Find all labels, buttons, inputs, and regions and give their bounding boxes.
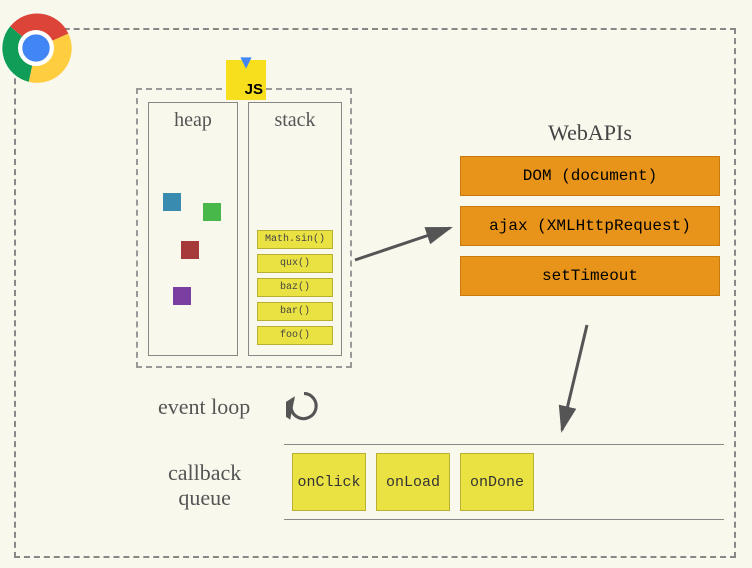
webapis-box: WebAPIs DOM (document) ajax (XMLHttpRequ… [460,120,720,306]
stack-box: stack Math.sin() qux() baz() bar() foo() [248,102,342,356]
webapi-settimeout: setTimeout [460,256,720,296]
webapis-title: WebAPIs [460,120,720,146]
v8-logo-icon [239,56,253,70]
heap-object [163,193,181,211]
callback-item: onClick [292,453,366,511]
stack-frame: Math.sin() [257,230,333,249]
stack-frame: bar() [257,302,333,321]
js-badge-text: JS [245,81,263,98]
webapi-ajax: ajax (XMLHttpRequest) [460,206,720,246]
webapi-dom: DOM (document) [460,156,720,196]
heap-object [203,203,221,221]
stack-frame: foo() [257,326,333,345]
callback-queue-label: callbackqueue [168,460,241,511]
stack-frame: baz() [257,278,333,297]
callback-item: onDone [460,453,534,511]
js-badge: JS [226,60,266,100]
event-loop-icon [286,388,322,424]
chrome-logo-icon [0,12,72,84]
arrow-stack-to-webapi-icon [350,220,460,270]
event-loop-label: event loop [158,394,250,420]
js-engine-box: heap stack Math.sin() qux() baz() bar() … [136,88,352,368]
stack-items: Math.sin() qux() baz() bar() foo() [249,226,341,355]
stack-label: stack [249,103,341,132]
arrow-webapi-to-queue-icon [552,320,622,440]
heap-label: heap [149,103,237,132]
stack-frame: qux() [257,254,333,273]
callback-queue: onClick onLoad onDone [284,444,724,520]
heap-object [173,287,191,305]
heap-object [181,241,199,259]
heap-box: heap [148,102,238,356]
callback-item: onLoad [376,453,450,511]
